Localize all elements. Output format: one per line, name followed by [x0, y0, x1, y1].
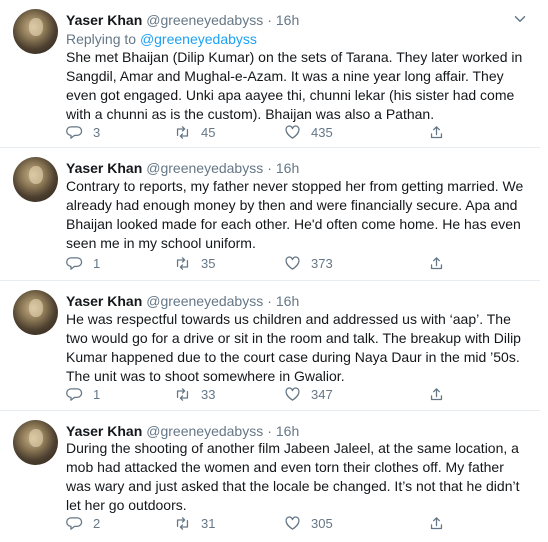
- reply-icon: [66, 387, 83, 401]
- tweet[interactable]: Yaser Khan @greeneyedabyss · 16h He was res…: [0, 281, 540, 411]
- tweet-text: During the shooting of another film Jabe…: [66, 440, 520, 513]
- like-icon: [285, 515, 300, 530]
- reply-button[interactable]: 1: [66, 254, 100, 272]
- like-button[interactable]: 435: [284, 123, 333, 141]
- separator-dot: ·: [267, 293, 272, 309]
- replying-to: Replying to @greeneyedabyss: [66, 30, 257, 48]
- like-button[interactable]: 347: [284, 385, 333, 403]
- author-handle[interactable]: @greeneyedabyss: [146, 12, 263, 28]
- avatar[interactable]: [13, 157, 58, 202]
- author-name[interactable]: Yaser Khan: [66, 160, 142, 176]
- tweet-actions: 1 33 347: [66, 385, 466, 403]
- replying-to-label: Replying to: [66, 31, 137, 47]
- reply-count: 2: [93, 515, 101, 531]
- share-button[interactable]: [428, 385, 445, 403]
- avatar[interactable]: [13, 290, 58, 335]
- tweet-header: Yaser Khan @greeneyedabyss · 16h: [66, 292, 299, 310]
- like-count: 347: [311, 386, 333, 402]
- reply-button[interactable]: 3: [66, 123, 100, 141]
- separator-dot: ·: [267, 12, 272, 28]
- timestamp[interactable]: 16h: [276, 160, 299, 176]
- tweet-text: Contrary to reports, my father never sto…: [66, 178, 524, 251]
- reply-icon: [66, 125, 83, 139]
- like-count: 373: [311, 255, 333, 271]
- retweet-icon: [176, 256, 189, 270]
- share-button[interactable]: [428, 123, 445, 141]
- retweet-button[interactable]: 33: [174, 385, 215, 403]
- retweet-button[interactable]: 45: [174, 123, 215, 141]
- avatar[interactable]: [13, 420, 58, 465]
- reply-icon: [66, 516, 83, 530]
- tweet-thread: Yaser Khan @greeneyedabyss · 16h Replying t…: [0, 0, 548, 542]
- timestamp[interactable]: 16h: [276, 293, 299, 309]
- like-count: 305: [311, 515, 333, 531]
- like-icon: [285, 386, 300, 401]
- tweet-text: She met Bhaijan (Dilip Kumar) on the set…: [66, 49, 523, 122]
- like-button[interactable]: 305: [284, 514, 333, 532]
- retweet-icon: [176, 125, 189, 139]
- reply-icon: [66, 256, 83, 270]
- retweet-count: 33: [201, 386, 216, 402]
- reply-count: 1: [93, 255, 101, 271]
- separator-dot: ·: [267, 160, 272, 176]
- share-icon: [430, 516, 443, 529]
- retweet-count: 45: [201, 124, 216, 140]
- share-button[interactable]: [428, 254, 445, 272]
- author-handle[interactable]: @greeneyedabyss: [146, 423, 263, 439]
- like-icon: [285, 255, 300, 270]
- like-button[interactable]: 373: [284, 254, 333, 272]
- share-icon: [430, 125, 443, 138]
- reply-count: 1: [93, 386, 101, 402]
- share-button[interactable]: [428, 514, 445, 532]
- avatar[interactable]: [13, 9, 58, 54]
- author-name[interactable]: Yaser Khan: [66, 12, 142, 28]
- separator-dot: ·: [267, 423, 272, 439]
- retweet-button[interactable]: 35: [174, 254, 215, 272]
- tweet-header: Yaser Khan @greeneyedabyss · 16h: [66, 159, 299, 177]
- timestamp[interactable]: 16h: [276, 12, 299, 28]
- tweet-header: Yaser Khan @greeneyedabyss · 16h: [66, 11, 299, 29]
- retweet-icon: [176, 387, 189, 401]
- tweet-actions: 2 31 305: [66, 514, 466, 532]
- tweet-header: Yaser Khan @greeneyedabyss · 16h: [66, 422, 299, 440]
- share-icon: [430, 256, 443, 269]
- tweet[interactable]: Yaser Khan @greeneyedabyss · 16h Replying t…: [0, 0, 540, 148]
- retweet-count: 35: [201, 255, 216, 271]
- author-handle[interactable]: @greeneyedabyss: [146, 293, 263, 309]
- tweet-text: He was respectful towards us children an…: [66, 311, 521, 384]
- author-handle[interactable]: @greeneyedabyss: [146, 160, 263, 176]
- retweet-icon: [176, 516, 189, 530]
- like-count: 435: [311, 124, 333, 140]
- timestamp[interactable]: 16h: [276, 423, 299, 439]
- retweet-button[interactable]: 31: [174, 514, 215, 532]
- tweet[interactable]: Yaser Khan @greeneyedabyss · 16h During the…: [0, 411, 540, 542]
- reply-count: 3: [93, 124, 101, 140]
- tweet-actions: 3 45 435: [66, 123, 466, 141]
- author-name[interactable]: Yaser Khan: [66, 293, 142, 309]
- tweet[interactable]: Yaser Khan @greeneyedabyss · 16h Contrary t…: [0, 148, 540, 281]
- reply-button[interactable]: 2: [66, 514, 100, 532]
- replying-to-handle[interactable]: @greeneyedabyss: [140, 31, 257, 47]
- chevron-down-icon[interactable]: [511, 10, 529, 28]
- reply-button[interactable]: 1: [66, 385, 100, 403]
- author-name[interactable]: Yaser Khan: [66, 423, 142, 439]
- tweet-actions: 1 35 373: [66, 254, 466, 272]
- share-icon: [430, 387, 443, 400]
- retweet-count: 31: [201, 515, 216, 531]
- like-icon: [285, 124, 300, 139]
